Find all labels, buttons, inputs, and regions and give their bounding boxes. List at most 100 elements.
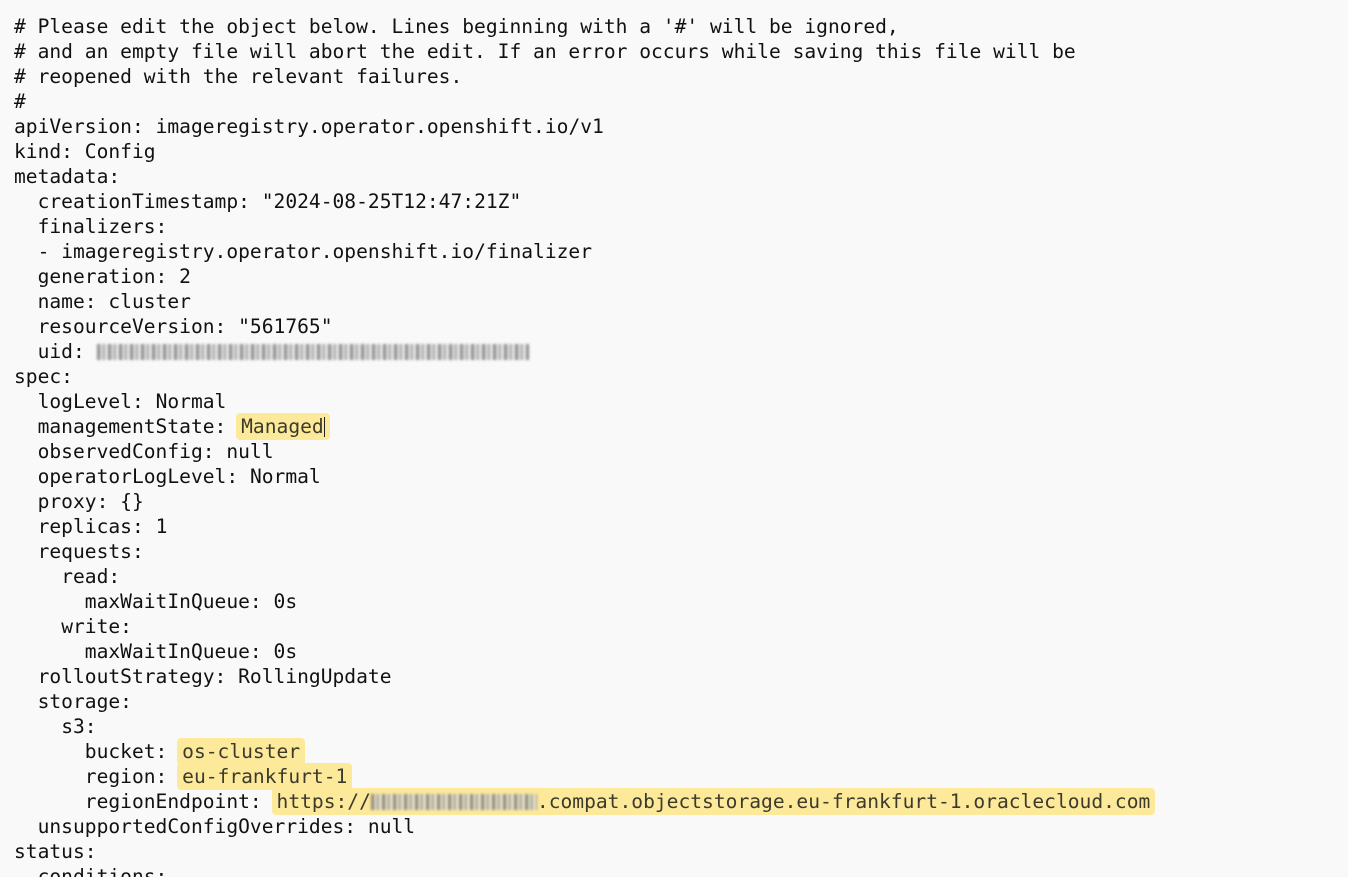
editor-line[interactable]: requests: — [14, 539, 144, 564]
yaml-value: "561765" — [238, 315, 332, 338]
yaml-key: maxWaitInQueue: — [84, 590, 262, 613]
editor-line[interactable]: bucket: os-cluster — [14, 739, 304, 764]
editor-line[interactable]: write: — [14, 614, 132, 639]
editor-line[interactable]: generation: 2 — [14, 264, 191, 289]
yaml-key: requests: — [37, 540, 144, 563]
editor-line[interactable]: uid: — [14, 339, 529, 364]
yaml-value: RollingUpdate — [238, 665, 391, 688]
comment-text: # — [14, 90, 26, 113]
editor-line[interactable]: resourceVersion: "561765" — [14, 314, 333, 339]
yaml-key: finalizers: — [37, 215, 168, 238]
yaml-value: null — [368, 815, 415, 838]
editor-line[interactable]: managementState: Managed — [14, 414, 328, 439]
editor-line[interactable]: spec: — [14, 364, 73, 389]
editor-line[interactable]: metadata: — [14, 164, 120, 189]
yaml-value: https:// .compat.objectstorage.eu-frankfu… — [273, 790, 1154, 813]
yaml-value-text: Normal — [249, 465, 321, 488]
editor-line[interactable]: # Please edit the object below. Lines be… — [14, 14, 899, 39]
editor-line[interactable]: proxy: {} — [14, 489, 144, 514]
yaml-key: bucket: — [84, 740, 168, 763]
yaml-key: kind: — [14, 140, 73, 163]
yaml-value: {} — [120, 490, 144, 513]
editor-line[interactable]: region: eu-frankfurt-1 — [14, 764, 351, 789]
yaml-value-text: Managed — [241, 415, 324, 438]
editor-line[interactable]: s3: — [14, 714, 96, 739]
yaml-key: operatorLogLevel: — [37, 465, 239, 488]
yaml-value: imageregistry.operator.openshift.io/v1 — [156, 115, 604, 138]
yaml-key: logLevel: — [37, 390, 144, 413]
yaml-key: storage: — [37, 690, 132, 713]
editor-line[interactable]: # reopened with the relevant failures. — [14, 64, 462, 89]
editor-line[interactable]: read: — [14, 564, 120, 589]
comment-text: # Please edit the object below. Lines be… — [14, 15, 899, 38]
editor-line[interactable]: apiVersion: imageregistry.operator.opens… — [14, 114, 604, 139]
yaml-key: - — [37, 240, 50, 263]
yaml-value: Managed — [238, 415, 328, 438]
yaml-value-text: imageregistry.operator.openshift.io/v1 — [155, 115, 604, 138]
yaml-value-text: os-cluster — [182, 740, 301, 763]
editor-line[interactable]: conditions: — [14, 864, 168, 877]
yaml-value-text: "561765" — [238, 315, 333, 338]
yaml-key: metadata: — [14, 165, 121, 188]
yaml-key: write: — [61, 615, 132, 638]
yaml-value: null — [226, 440, 273, 463]
yaml-value-text: imageregistry.operator.openshift.io/fina… — [61, 240, 593, 263]
editor-line[interactable]: unsupportedConfigOverrides: null — [14, 814, 416, 839]
editor-line[interactable]: maxWaitInQueue: 0s — [14, 639, 297, 664]
yaml-value: 2 — [179, 265, 191, 288]
yaml-key: regionEndpoint: — [84, 790, 262, 813]
editor-line[interactable]: storage: — [14, 689, 132, 714]
editor-line[interactable]: regionEndpoint: https:// .compat.objectst… — [14, 789, 1154, 814]
yaml-key: resourceVersion: — [37, 315, 227, 338]
editor-line[interactable]: name: cluster — [14, 289, 191, 314]
yaml-key: spec: — [14, 365, 73, 388]
editor-line[interactable]: operatorLogLevel: Normal — [14, 464, 321, 489]
yaml-key: unsupportedConfigOverrides: — [37, 815, 357, 838]
yaml-value-text: 2 — [179, 265, 191, 288]
redacted-value — [370, 794, 537, 810]
yaml-key: conditions: — [37, 865, 168, 877]
editor-line[interactable]: replicas: 1 — [14, 514, 168, 539]
editor-line[interactable]: rolloutStrategy: RollingUpdate — [14, 664, 392, 689]
editor-line[interactable]: logLevel: Normal — [14, 389, 227, 414]
yaml-value-text: cluster — [108, 290, 191, 313]
yaml-value: imageregistry.operator.openshift.io/fina… — [61, 240, 592, 263]
yaml-key: region: — [84, 765, 168, 788]
yaml-key: uid: — [37, 340, 85, 363]
editor-line[interactable]: - imageregistry.operator.openshift.io/fi… — [14, 239, 592, 264]
editor-line[interactable]: finalizers: — [14, 214, 168, 239]
editor-line[interactable]: maxWaitInQueue: 0s — [14, 589, 297, 614]
text-editor[interactable]: # Please edit the object below. Lines be… — [0, 0, 1348, 877]
editor-line[interactable]: # — [14, 89, 26, 114]
editor-line[interactable]: creationTimestamp: "2024-08-25T12:47:21Z… — [14, 189, 522, 214]
yaml-key: name: — [37, 290, 97, 313]
comment-text: # reopened with the relevant failures. — [14, 65, 463, 88]
yaml-value: 0s — [274, 640, 298, 663]
yaml-value-text: Normal — [155, 390, 227, 413]
yaml-value: 0s — [274, 590, 298, 613]
editor-line[interactable]: kind: Config — [14, 139, 156, 164]
yaml-value-text: Config — [84, 140, 156, 163]
yaml-value-text: {} — [120, 490, 144, 513]
yaml-key: read: — [61, 565, 121, 588]
redacted-value — [96, 344, 529, 360]
editor-line[interactable]: status: — [14, 839, 97, 864]
yaml-key: rolloutStrategy: — [37, 665, 227, 688]
editor-line[interactable]: observedConfig: null — [14, 439, 274, 464]
editor-line[interactable]: # and an empty file will abort the edit.… — [14, 39, 1076, 64]
